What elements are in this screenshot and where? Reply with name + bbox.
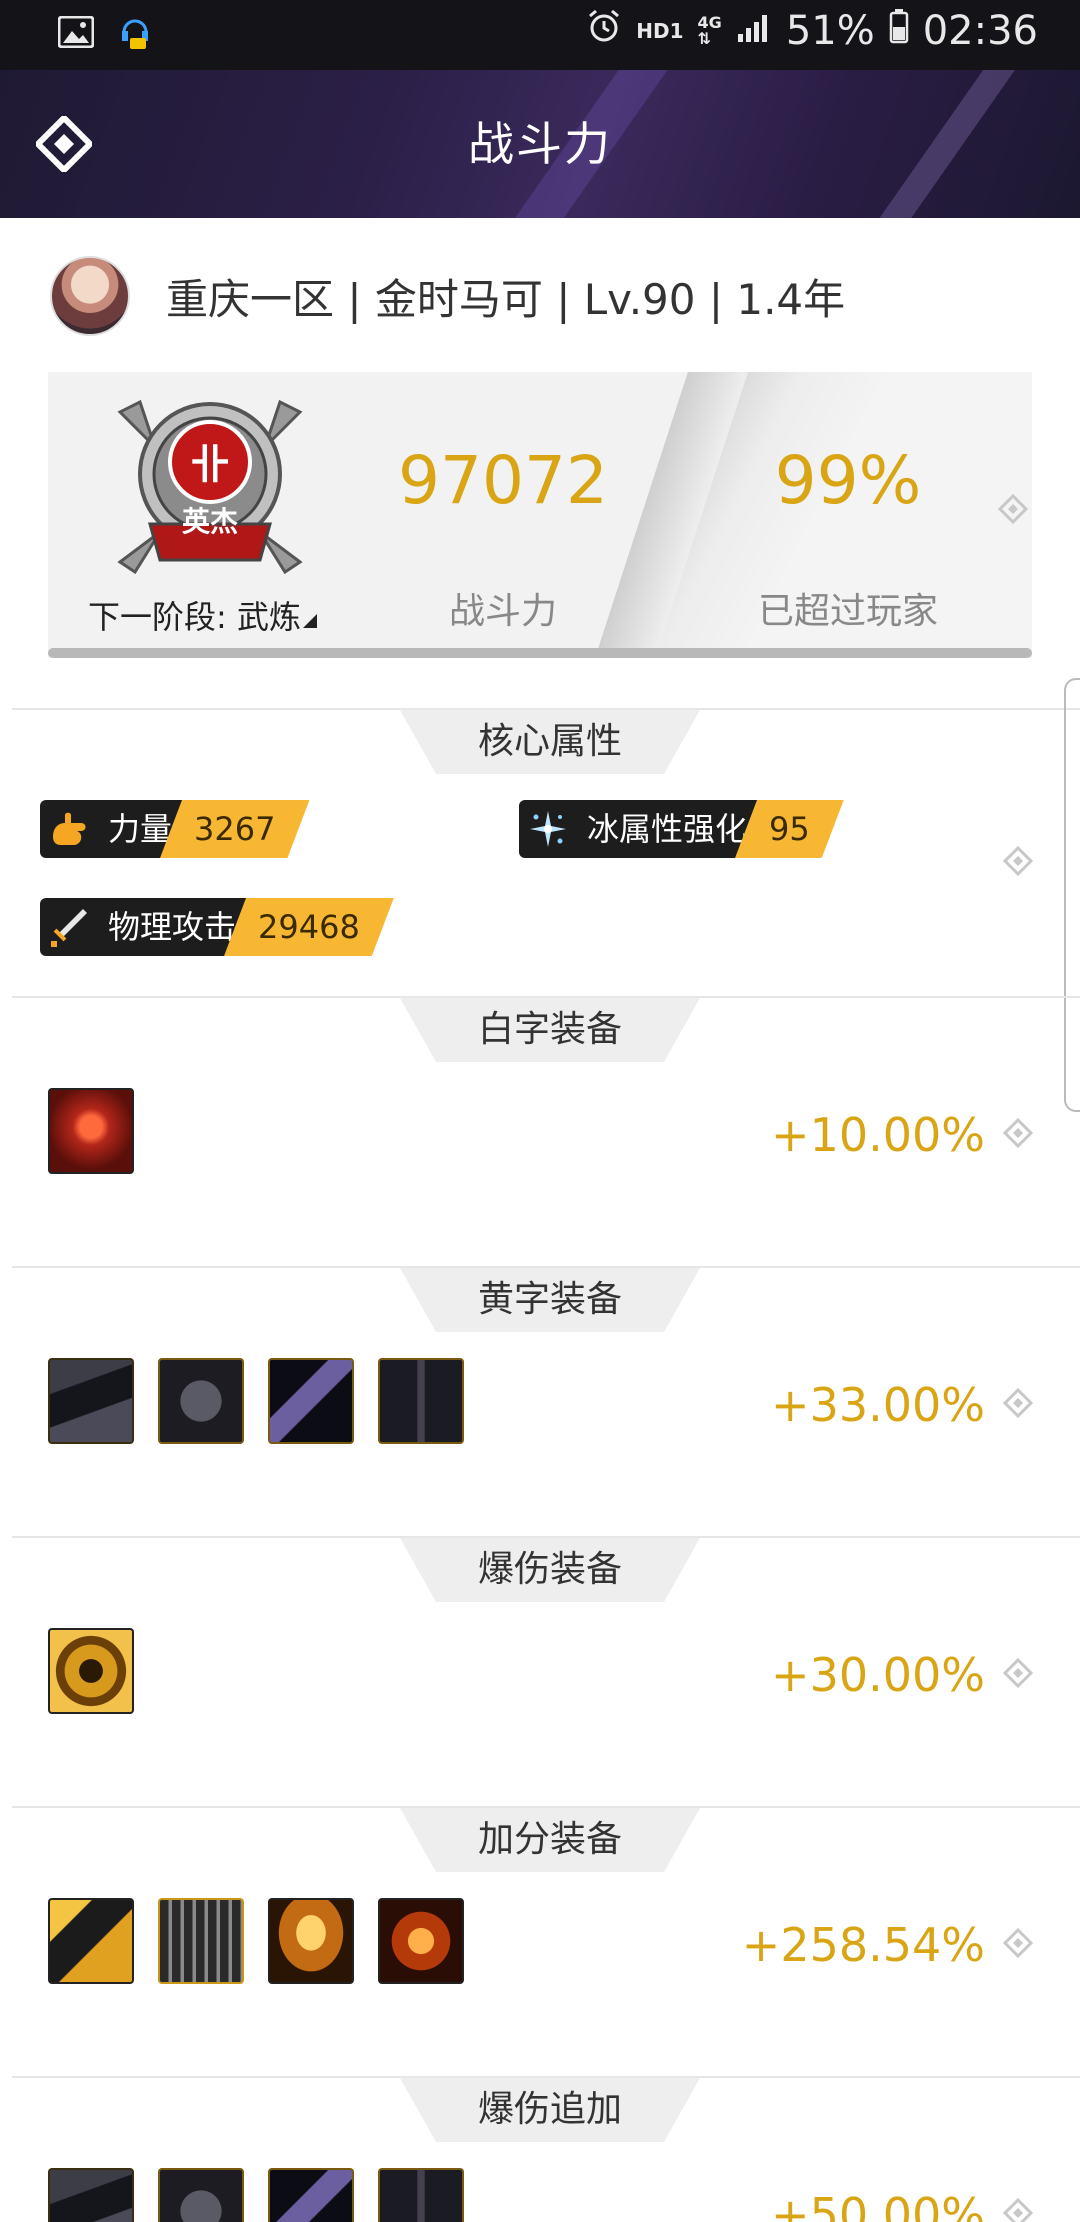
chat-headset-icon — [120, 14, 150, 54]
progress-bar — [48, 648, 1032, 658]
equip-section-white: 白字装备 +10.00% — [12, 996, 1080, 1268]
striped-box-item[interactable] — [158, 1898, 244, 1984]
diamond-arrow-icon[interactable] — [998, 494, 1028, 524]
diamond-arrow-icon[interactable] — [1003, 2198, 1033, 2222]
attr-ice-enhance: 冰属性强化 95 — [519, 800, 844, 858]
diamond-arrow-icon[interactable] — [1003, 1658, 1033, 1688]
gold-bracelet-item[interactable] — [48, 1628, 134, 1714]
gold-cup-item[interactable] — [268, 1898, 354, 1984]
rank-badge-icon: 卝 — [117, 399, 303, 575]
diamond-arrow-icon[interactable] — [1003, 1388, 1033, 1418]
equip-section-bonus: 加分装备 +258.54% — [12, 1806, 1080, 2078]
avatar[interactable] — [50, 256, 130, 336]
network-type: 4G ⇅ — [698, 15, 722, 47]
equip-section-yellow: 黄字装备 +33.00% — [12, 1266, 1080, 1538]
percentile-value: 99% — [774, 442, 922, 519]
clock-time: 02:36 — [922, 8, 1038, 54]
combat-power-value: 97072 — [398, 442, 608, 519]
dark-coat-item[interactable] — [48, 1358, 134, 1444]
signal-icon — [736, 8, 772, 54]
attr-strength: 力量 3267 — [40, 800, 309, 858]
attr-value: 29468 — [224, 898, 394, 956]
diamond-arrow-icon[interactable] — [1003, 1928, 1033, 1958]
next-stage-label: 下一阶段: 武炼 — [88, 592, 317, 638]
section-title: 爆伤追加 — [477, 2089, 622, 2130]
alarm-icon — [586, 8, 622, 54]
score-card[interactable]: 卝 英杰 下一阶段: 武炼 97072 战斗力 99% 已超过玩家 — [48, 372, 1032, 658]
data-arrows-icon: ⇅ — [697, 29, 711, 48]
app-header: 战斗力 — [0, 70, 1080, 218]
section-title: 黄字装备 — [477, 1279, 622, 1320]
attr-physical-attack: 物理攻击 29468 — [40, 898, 394, 956]
sword-icon — [40, 898, 98, 956]
gallery-icon — [57, 15, 95, 52]
fist-icon — [40, 800, 98, 858]
diamond-arrow-icon[interactable] — [1003, 1118, 1033, 1148]
dark-gauntlet-item[interactable] — [158, 1358, 244, 1444]
corner-triangle-icon — [302, 614, 317, 628]
fire-orb-item[interactable] — [378, 1898, 464, 1984]
core-attributes-section: 核心属性 力量 3267 冰属性强化 95 物理攻击 29468 — [12, 708, 1080, 1000]
rank-badge-label: 英杰 — [181, 505, 238, 538]
page-title: 战斗力 — [468, 117, 612, 171]
section-title: 白字装备 — [477, 1009, 622, 1050]
equip-row — [48, 1358, 464, 1444]
attr-value: 3267 — [160, 800, 309, 858]
diamond-arrow-icon[interactable] — [1003, 846, 1033, 876]
hd-label: HD1 — [636, 19, 684, 43]
profile-row: 重庆一区 | 金时马可 | Lv.90 | 1.4年 — [50, 256, 845, 336]
attr-name: 物理攻击 — [98, 898, 247, 956]
status-bar: HD1 4G ⇅ 51% 02:36 — [0, 0, 1080, 70]
red-demon-item[interactable] — [48, 1088, 134, 1174]
equip-row — [48, 1898, 464, 1984]
bonus-value: +30.00% — [771, 1648, 985, 1702]
attr-name: 冰属性强化 — [577, 800, 758, 858]
section-title: 核心属性 — [477, 721, 622, 762]
combat-power-label: 战斗力 — [448, 591, 557, 632]
dark-pants-item[interactable] — [378, 1358, 464, 1444]
profile-info: 重庆一区 | 金时马可 | Lv.90 | 1.4年 — [166, 274, 846, 324]
bonus-value: +10.00% — [771, 1108, 985, 1162]
next-stage-text: 下一阶段: 武炼 — [88, 598, 301, 636]
dark-pants-item[interactable] — [378, 2168, 464, 2222]
equip-section-crit: 爆伤装备 +30.00% — [12, 1536, 1080, 1808]
equip-row — [48, 2168, 464, 2222]
battery-percent: 51% — [785, 8, 875, 54]
svg-text:卝: 卝 — [190, 442, 230, 488]
section-title: 爆伤装备 — [477, 1549, 622, 1590]
bonus-value: +258.54% — [741, 1918, 985, 1972]
section-title: 加分装备 — [477, 1819, 622, 1860]
ice-sparkle-icon — [519, 800, 577, 858]
gold-gun-item[interactable] — [48, 1898, 134, 1984]
bonus-value: +33.00% — [771, 1378, 985, 1432]
bonus-value: +50.00% — [771, 2188, 985, 2222]
equip-row — [48, 1628, 134, 1714]
dark-gauntlet-item[interactable] — [158, 2168, 244, 2222]
dark-belt-item[interactable] — [268, 1358, 354, 1444]
equip-section-crit-extra: 爆伤追加 +50.00% — [12, 2076, 1080, 2222]
percentile-label: 已超过玩家 — [757, 591, 938, 632]
dark-coat-item[interactable] — [48, 2168, 134, 2222]
battery-icon — [889, 8, 909, 54]
dark-belt-item[interactable] — [268, 2168, 354, 2222]
equip-row — [48, 1088, 134, 1174]
